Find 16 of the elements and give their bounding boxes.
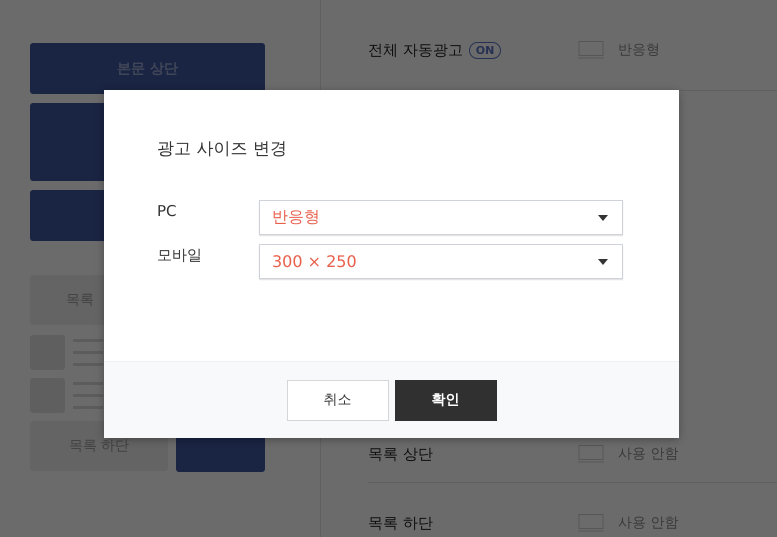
text-placeholder [73, 382, 103, 409]
field-label: 모바일 [157, 245, 203, 265]
size-dropdown[interactable]: 반응형 [259, 200, 623, 235]
cancel-button[interactable]: 취소 [286, 380, 388, 420]
caret-icon [598, 258, 608, 264]
size-dropdown[interactable]: 300 × 250 [259, 244, 623, 279]
status-badge: ON [468, 42, 502, 58]
ad-position-label: 목록 하단 [368, 514, 433, 532]
field-label: PC [157, 201, 178, 220]
ad-position-label: 목록 상단 [368, 445, 433, 464]
caret-icon [598, 214, 608, 220]
dialog-title: 광고 사이즈 변경 [157, 138, 288, 160]
confirm-button[interactable]: 확인 [394, 380, 496, 420]
checkbox-icon[interactable] [578, 445, 604, 463]
text-placeholder [73, 339, 103, 366]
ad-position-label: 전체 자동광고 [368, 40, 463, 60]
